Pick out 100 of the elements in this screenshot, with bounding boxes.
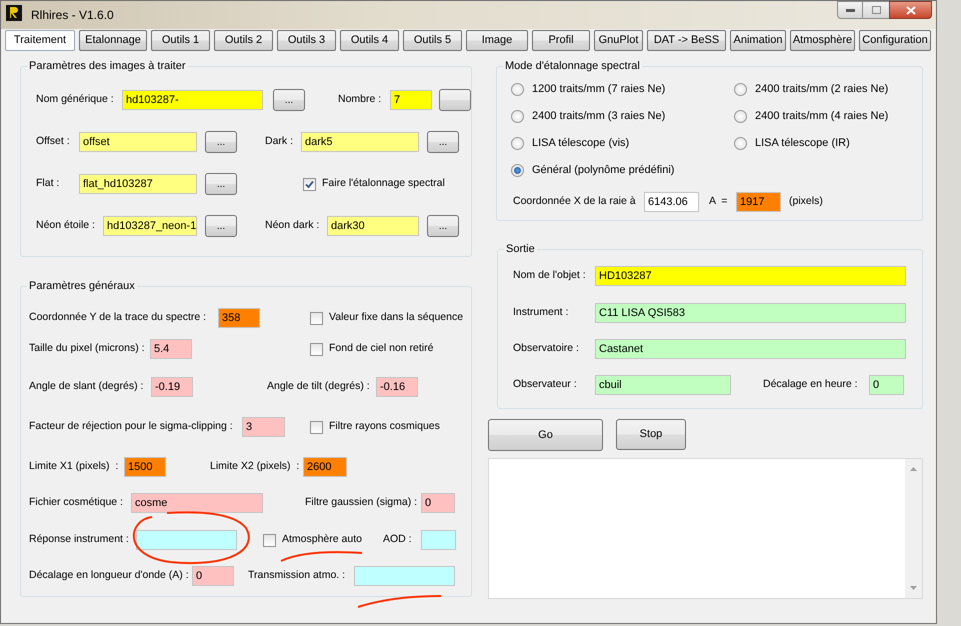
input-field[interactable]: hd103287- [122,90,263,110]
checkbox-label: Valeur fixe dans la séquence [329,310,464,326]
browse-button[interactable]: ... [427,215,459,237]
input-field[interactable]: Castanet [595,339,906,359]
field-label: Observatoire : [513,341,580,356]
input-field[interactable]: 1917 [736,192,781,212]
tab[interactable]: Profil [532,30,590,51]
tab[interactable]: Traitement [5,30,75,51]
scroll-down-icon[interactable] [910,586,917,590]
input-field[interactable]: -0.16 [376,377,418,397]
radio-button[interactable] [734,136,747,150]
vertical-scrollbar[interactable] [905,459,922,598]
input-field[interactable]: 6143.06 [644,192,699,212]
radio-button[interactable] [734,110,747,122]
input-field[interactable]: 5.4 [150,339,192,359]
group-title: Paramètres généraux [27,279,137,293]
radio-button[interactable] [511,164,524,176]
field-label: AOD : [382,532,413,548]
maximize-icon [872,6,880,14]
radio-label: 2400 traits/mm (2 raies Ne) [755,82,888,97]
input-field[interactable]: hd103287_neon-1 [103,216,197,236]
input-field[interactable]: 1500 [124,457,166,477]
field-label: Décalage en longueur d'onde (A) : [29,568,190,584]
app-icon [6,5,22,21]
checkbox[interactable] [263,534,276,546]
input-field[interactable]: cbuil [595,375,731,395]
input-field[interactable]: dark30 [327,216,419,236]
field-label: Fichier cosmétique : [29,495,124,510]
tab[interactable]: Image [466,30,528,51]
maximize-button[interactable] [863,1,889,19]
tab[interactable]: Outils 1 [151,30,210,51]
input-field[interactable]: -0.19 [151,377,193,397]
checkbox-label: Faire l'étalonnage spectral [322,176,445,192]
close-button[interactable] [889,1,932,19]
field-label: Nombre : [338,92,382,108]
field-label: Néon dark : [265,218,320,234]
scroll-up-icon[interactable] [910,467,917,471]
radio-button[interactable] [511,82,524,96]
field-label: Observateur : [513,377,578,392]
tab[interactable]: Outils 4 [340,30,399,51]
window-title: Rlhires - V1.6.0 [31,7,114,24]
input-field[interactable] [136,530,237,550]
browse-button[interactable]: ... [427,131,459,153]
input-field[interactable]: 0 [421,493,455,513]
input-field[interactable]: 3 [242,417,285,437]
input-field[interactable]: offset [79,132,197,152]
minimize-icon [846,8,854,12]
radio-button[interactable] [511,136,524,150]
action-button[interactable]: Stop [616,419,686,450]
input-field[interactable]: 7 [390,90,432,110]
input-field[interactable]: C11 LISA QSI583 [595,303,906,323]
checkbox-label: Filtre rayons cosmiques [329,419,440,434]
input-field[interactable]: 0 [192,566,234,586]
field-label: Angle de slant (degrés) : [29,379,144,394]
radio-label: 2400 traits/mm (4 raies Ne) [755,108,888,124]
tab[interactable]: DAT -> BeSS [647,30,726,51]
tab[interactable]: Animation [730,30,786,51]
browse-button[interactable] [439,89,471,111]
input-field[interactable]: HD103287 [595,266,906,286]
input-field[interactable]: 0 [869,375,904,395]
field-label: Flat : [36,176,60,192]
checkbox[interactable] [310,342,323,356]
tab[interactable]: Atmosphère [790,30,855,51]
field-label: Coordonnée Y de la trace du spectre : [29,310,208,326]
input-field[interactable]: dark5 [301,132,419,152]
radio-button[interactable] [511,110,524,122]
checkbox[interactable] [303,178,316,190]
tab[interactable]: Configuration [859,30,931,51]
input-field[interactable]: cosme [131,493,263,513]
browse-button[interactable]: ... [205,131,237,153]
input-field[interactable] [354,566,455,586]
checkbox-label: Fond de ciel non retiré [329,341,434,356]
field-label: Nom de l'objet : [513,268,587,284]
group-title: Mode d'étalonnage spectral [503,59,642,73]
field-label: Nom générique : [36,92,115,108]
tab[interactable]: Outils 5 [403,30,462,51]
field-label: Instrument : [513,305,570,320]
tab[interactable]: Outils 2 [214,30,273,51]
radio-label: 1200 traits/mm (7 raies Ne) [532,82,666,97]
close-icon [906,6,916,14]
radio-label: 2400 traits/mm (3 raies Ne) [532,108,666,124]
checkbox[interactable] [310,312,323,324]
input-field[interactable] [420,530,456,550]
browse-button[interactable]: ... [273,89,305,111]
checkbox[interactable] [310,420,323,434]
tab[interactable]: GnuPlot [594,30,643,51]
field-label: Décalage en heure : [763,377,859,392]
field-label: (pixels) [789,194,823,210]
tab[interactable]: Outils 3 [277,30,336,51]
input-field[interactable]: 358 [218,308,260,328]
field-label: Dark : [265,134,294,150]
minimize-button[interactable] [837,1,863,19]
input-field[interactable]: 2600 [303,457,347,477]
tab[interactable]: Etalonnage [79,30,147,51]
field-label: Réponse instrument : [29,532,130,548]
browse-button[interactable]: ... [205,173,237,195]
radio-button[interactable] [734,82,747,96]
browse-button[interactable]: ... [205,215,237,237]
action-button[interactable]: Go [488,419,603,451]
input-field[interactable]: flat_hd103287 [79,174,197,194]
